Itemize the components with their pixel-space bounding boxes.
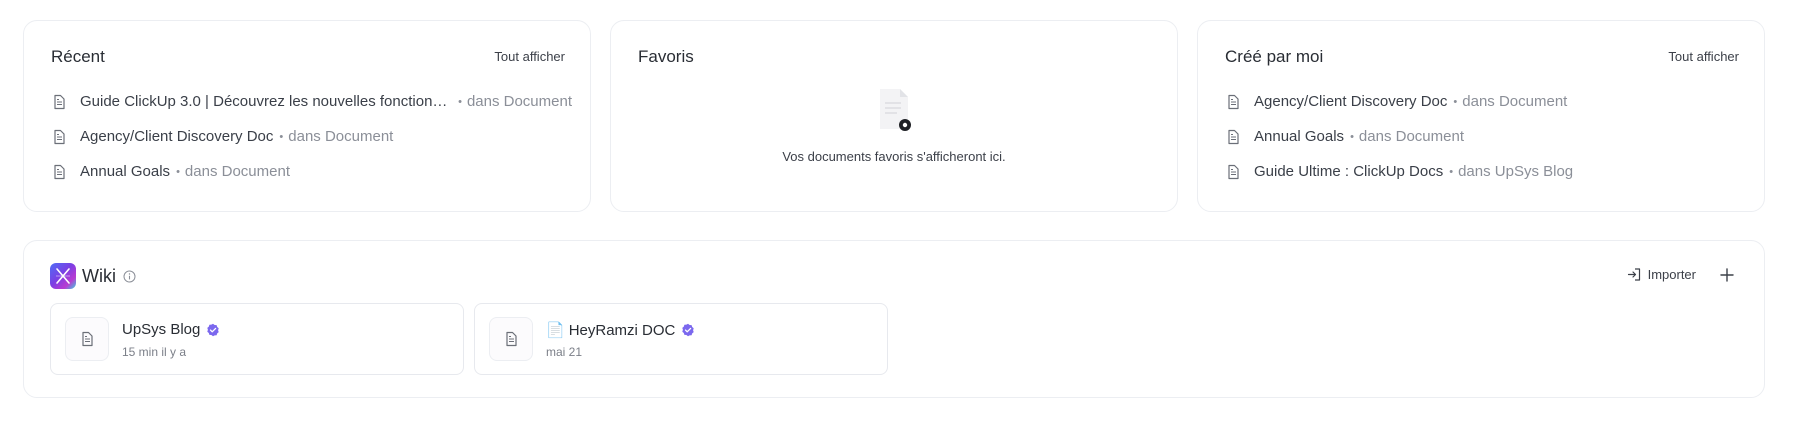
info-icon[interactable] bbox=[123, 270, 136, 283]
wiki-item-name: UpSys Blog bbox=[122, 321, 220, 338]
created-title: Créé par moi bbox=[1225, 47, 1324, 66]
document-icon bbox=[54, 164, 65, 179]
document-icon bbox=[1228, 129, 1239, 144]
wiki-header: Wiki bbox=[50, 263, 136, 289]
created-doc-row[interactable]: Agency/Client Discovery Doc • dans Docume… bbox=[1225, 84, 1746, 119]
created-doc-row[interactable]: Annual Goals • dans Document bbox=[1225, 119, 1746, 154]
created-doc-list: Agency/Client Discovery Doc • dans Docume… bbox=[1225, 84, 1746, 189]
empty-document-icon bbox=[880, 89, 911, 131]
recent-doc-list: Guide ClickUp 3.0 | Découvrez les nouvel… bbox=[51, 84, 572, 189]
doc-location: • dans Document bbox=[1350, 128, 1464, 145]
favorites-empty-text: Vos documents favoris s'afficheront ici. bbox=[782, 149, 1006, 164]
recent-show-all-link[interactable]: Tout afficher bbox=[494, 49, 565, 64]
favorites-empty-state: Vos documents favoris s'afficheront ici. bbox=[611, 85, 1177, 164]
document-icon bbox=[1228, 164, 1239, 179]
created-by-me-card: Créé par moi Tout afficher Agency/Client… bbox=[1197, 20, 1765, 212]
recent-title: Récent bbox=[51, 47, 105, 66]
wiki-item-time: 15 min il y a bbox=[122, 345, 187, 359]
document-icon bbox=[54, 94, 65, 109]
verified-badge-icon bbox=[682, 323, 695, 337]
wiki-item-title: UpSys Blog bbox=[122, 321, 201, 338]
wiki-thumb bbox=[65, 317, 109, 361]
wiki-item[interactable]: 📄 HeyRamzi DOC mai 21 bbox=[474, 303, 888, 375]
recent-doc-row[interactable]: Guide ClickUp 3.0 | Découvrez les nouvel… bbox=[51, 84, 572, 119]
doc-location: • dans Document bbox=[458, 93, 572, 110]
wiki-item-name: 📄 HeyRamzi DOC bbox=[546, 321, 695, 339]
wiki-card: Wiki Importer UpSys Blog 15 min il y a 📄… bbox=[23, 240, 1765, 398]
recent-doc-row[interactable]: Agency/Client Discovery Doc • dans Docume… bbox=[51, 119, 572, 154]
wiki-item[interactable]: UpSys Blog 15 min il y a bbox=[50, 303, 464, 375]
created-show-all-link[interactable]: Tout afficher bbox=[1668, 49, 1739, 64]
doc-title: Guide Ultime : ClickUp Docs bbox=[1254, 163, 1444, 180]
wiki-title: Wiki bbox=[82, 265, 116, 286]
import-button[interactable]: Importer bbox=[1627, 267, 1696, 282]
doc-title: Agency/Client Discovery Doc bbox=[1254, 93, 1448, 110]
wiki-actions: Importer bbox=[1627, 267, 1734, 282]
doc-location: • dans Document bbox=[176, 163, 290, 180]
wiki-logo-icon bbox=[50, 263, 76, 289]
created-doc-row[interactable]: Guide Ultime : ClickUp Docs • dans UpSys … bbox=[1225, 154, 1746, 189]
verified-badge-icon bbox=[207, 323, 220, 336]
document-icon bbox=[82, 331, 93, 347]
doc-location: • dans Document bbox=[1453, 93, 1568, 110]
import-icon bbox=[1627, 268, 1640, 281]
wiki-thumb bbox=[489, 317, 533, 361]
import-label: Importer bbox=[1647, 267, 1696, 282]
recent-card: Récent Tout afficher Guide ClickUp 3.0 |… bbox=[23, 20, 591, 212]
doc-title: Agency/Client Discovery Doc bbox=[80, 128, 274, 145]
doc-location: • dans Document bbox=[279, 128, 394, 145]
doc-title: Annual Goals bbox=[1254, 128, 1345, 145]
doc-title: Annual Goals bbox=[80, 163, 171, 180]
favorites-card: Favoris Vos documents favoris s'afficher… bbox=[610, 20, 1178, 212]
wiki-item-title: HeyRamzi DOC bbox=[568, 321, 676, 339]
document-icon bbox=[506, 331, 517, 347]
doc-location: • dans UpSys Blog bbox=[1449, 163, 1574, 180]
doc-title: Guide ClickUp 3.0 | Découvrez les nouvel… bbox=[80, 93, 453, 110]
document-icon bbox=[1228, 94, 1239, 109]
document-icon bbox=[54, 129, 65, 144]
wiki-item-time: mai 21 bbox=[546, 345, 583, 359]
recent-doc-row[interactable]: Annual Goals • dans Document bbox=[51, 154, 572, 189]
page-emoji-icon: 📄 bbox=[546, 322, 565, 339]
favorites-title: Favoris bbox=[638, 47, 694, 66]
plus-icon[interactable] bbox=[1720, 267, 1734, 282]
